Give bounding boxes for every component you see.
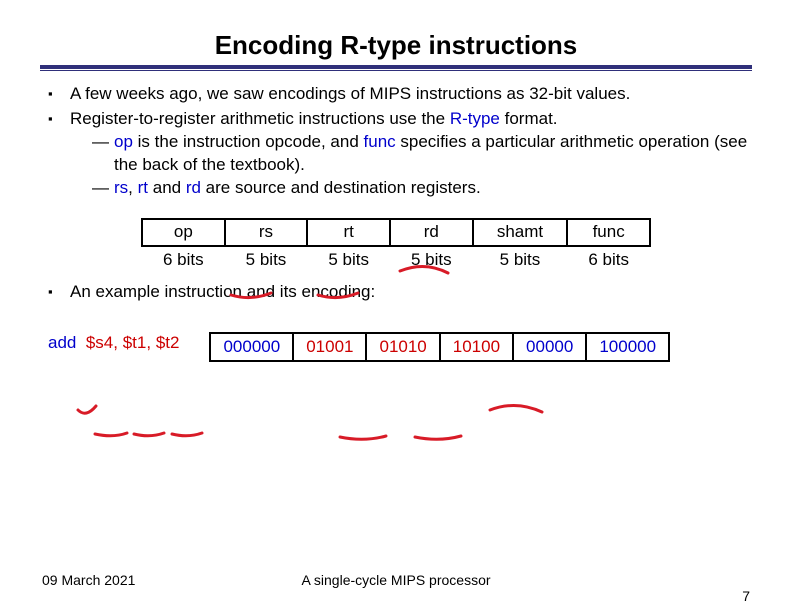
enc-func: 100000 — [586, 333, 669, 362]
encoding-row: 000000 01001 01010 10100 00000 100000 — [210, 333, 669, 362]
format-fields-row: op rs rt rd shamt func — [142, 219, 650, 246]
sub2-tail: are source and destination registers. — [201, 178, 481, 197]
sub-bullet-1: op is the instruction opcode, and func s… — [92, 131, 752, 177]
footer-page: 7 — [742, 588, 750, 604]
fmt-rt: rt — [307, 219, 390, 246]
footer: 09 March 2021 A single-cycle MIPS proces… — [0, 572, 792, 588]
asm-arg-1: $t1 — [123, 333, 147, 352]
encoding-table: 000000 01001 01010 10100 00000 100000 — [209, 332, 670, 363]
bullet-3: An example instruction and its encoding: — [48, 281, 752, 304]
asm-instruction: add $s4, $t1, $t2 — [48, 332, 179, 355]
bullet-1-text: A few weeks ago, we saw encodings of MIP… — [70, 84, 630, 103]
sub2-c2: and — [148, 178, 186, 197]
term-rs: rs — [114, 178, 128, 197]
format-bits-row: 6 bits 5 bits 5 bits 5 bits 5 bits 6 bit… — [142, 246, 650, 273]
bits-op: 6 bits — [142, 246, 225, 273]
fmt-rs: rs — [225, 219, 308, 246]
sub-bullet-2: rs, rt and rd are source and destination… — [92, 177, 752, 200]
term-op: op — [114, 132, 133, 151]
slide: Encoding R-type instructions A few weeks… — [0, 0, 792, 612]
fmt-op: op — [142, 219, 225, 246]
bullet-3-text: An example instruction and its encoding: — [70, 282, 375, 301]
sub2-c1: , — [128, 178, 137, 197]
bullet-1: A few weeks ago, we saw encodings of MIP… — [48, 83, 752, 106]
asm-arg-0: $s4 — [86, 333, 113, 352]
enc-op: 000000 — [210, 333, 293, 362]
bits-func: 6 bits — [567, 246, 650, 273]
enc-rs: 01001 — [293, 333, 366, 362]
sub1-mid: is the instruction opcode, and — [133, 132, 364, 151]
term-rt: rt — [138, 178, 148, 197]
bits-rs: 5 bits — [225, 246, 308, 273]
fmt-rd: rd — [390, 219, 473, 246]
bullet-2-post: format. — [500, 109, 558, 128]
asm-arg-2: $t2 — [156, 333, 180, 352]
bullet-2-pre: Register-to-register arithmetic instruct… — [70, 109, 450, 128]
bits-rt: 5 bits — [307, 246, 390, 273]
fmt-shamt: shamt — [473, 219, 568, 246]
fmt-func: func — [567, 219, 650, 246]
bits-rd: 5 bits — [390, 246, 473, 273]
term-func: func — [364, 132, 396, 151]
title-rule-thick — [40, 65, 752, 69]
footer-date: 09 March 2021 — [42, 572, 135, 588]
example-row: add $s4, $t1, $t2 000000 01001 01010 101… — [40, 332, 752, 363]
r-type-term: R-type — [450, 109, 500, 128]
bullet-2: Register-to-register arithmetic instruct… — [48, 108, 752, 200]
enc-rt: 01010 — [366, 333, 439, 362]
format-table: op rs rt rd shamt func 6 bits 5 bits 5 b… — [141, 218, 651, 273]
slide-title: Encoding R-type instructions — [40, 30, 752, 61]
asm-mnemonic: add — [48, 333, 76, 352]
term-rd: rd — [186, 178, 201, 197]
enc-shamt: 00000 — [513, 333, 586, 362]
title-rule-thin — [40, 70, 752, 71]
bits-shamt: 5 bits — [473, 246, 568, 273]
format-table-wrap: op rs rt rd shamt func 6 bits 5 bits 5 b… — [141, 218, 651, 273]
enc-rd: 10100 — [440, 333, 513, 362]
content-area: A few weeks ago, we saw encodings of MIP… — [40, 83, 752, 362]
